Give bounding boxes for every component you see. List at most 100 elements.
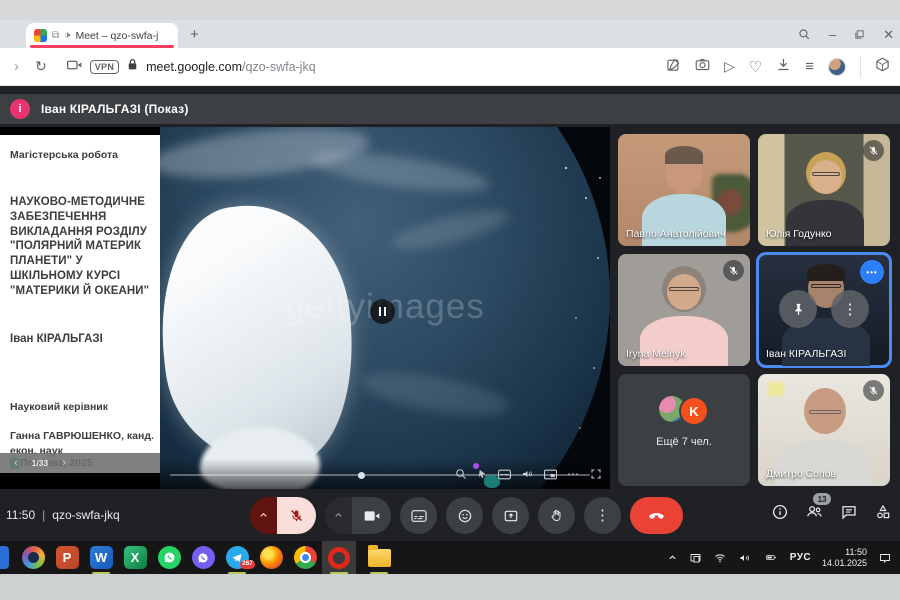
tile-more-button[interactable]: ⋮: [831, 290, 869, 328]
battery-icon[interactable]: [763, 552, 779, 563]
video-progress-handle[interactable]: [358, 471, 365, 479]
close-button[interactable]: ✕: [883, 28, 894, 41]
meeting-details-icon[interactable]: [771, 503, 789, 526]
video-zoom-icon[interactable]: [455, 468, 467, 480]
edit-icon[interactable]: [666, 57, 681, 77]
minimize-button[interactable]: –: [829, 28, 836, 41]
presenter-banner: і Іван КІРАЛЬГАЗІ (Показ): [0, 94, 900, 124]
overflow-count-label: Ещё 7 чел.: [656, 436, 712, 448]
mic-options-chevron-icon[interactable]: [250, 497, 277, 534]
meet-control-bar: 11:50 | qzo-swfa-jkq ⋮ 13: [0, 490, 900, 541]
taskbar-firefox-icon[interactable]: [254, 541, 288, 574]
video-pointer-icon[interactable]: [477, 468, 488, 480]
address-bar[interactable]: VPN meet.google.com/qzo-swfa-jkq: [66, 58, 316, 76]
tray-clock[interactable]: 11:50 14.01.2025: [822, 547, 867, 569]
video-fullscreen-icon[interactable]: [590, 468, 602, 480]
meeting-time: 11:50: [6, 508, 36, 522]
pin-tile-button[interactable]: [779, 290, 817, 328]
toolbar-divider: [860, 55, 861, 78]
forward-icon[interactable]: ›: [14, 58, 19, 75]
captions-button[interactable]: [400, 497, 437, 534]
snapshot-icon[interactable]: [695, 57, 710, 77]
url-text[interactable]: meet.google.com/qzo-swfa-jkq: [146, 60, 316, 74]
raise-hand-button[interactable]: [538, 497, 575, 534]
tray-display-icon[interactable]: [689, 552, 702, 564]
wifi-icon[interactable]: [713, 552, 727, 564]
taskbar-whatsapp-icon[interactable]: [152, 541, 186, 574]
participant-tile[interactable]: Юлія Годунко: [758, 134, 890, 246]
tray-date: 14.01.2025: [821, 557, 867, 568]
slide-supervisor-label: Науковий керівник: [10, 401, 109, 413]
new-tab-button[interactable]: +: [190, 26, 199, 43]
presentation-slide: Магістерська робота НАУКОВО-МЕТОДИЧНЕ ЗА…: [0, 135, 160, 473]
participant-tile-self[interactable]: ••• ⋮ Іван КІРАЛЬГАЗІ: [756, 252, 892, 368]
overflow-tile[interactable]: K Ещё 7 чел.: [618, 374, 750, 486]
taskbar-explorer-icon[interactable]: [362, 541, 396, 574]
shared-screen: Магістерська робота НАУКОВО-МЕТОДИЧНЕ ЗА…: [0, 127, 610, 489]
present-button[interactable]: [492, 497, 529, 534]
taskbar-excel-icon[interactable]: X: [118, 541, 152, 574]
participant-name: Іван КІРАЛЬГАЗІ: [766, 348, 847, 360]
vpn-badge[interactable]: VPN: [89, 59, 120, 74]
mic-muted-button[interactable]: [277, 497, 316, 534]
participant-name: Iryna Melnyk: [626, 348, 686, 360]
participant-tile[interactable]: Павло Анатолійович: [618, 134, 750, 246]
taskbar-chrome-icon[interactable]: [288, 541, 322, 574]
taskbar-opera-icon[interactable]: [322, 541, 356, 574]
bookmark-heart-icon[interactable]: ♡: [749, 58, 762, 76]
video-captions-icon[interactable]: [498, 469, 511, 480]
search-icon[interactable]: [798, 28, 811, 41]
slide-nav-bar: ‹ 1/33 ›: [0, 453, 160, 473]
stars: [565, 167, 567, 169]
profile-avatar[interactable]: [828, 57, 846, 76]
taskbar-word-icon[interactable]: W: [84, 541, 118, 574]
tile-options-icon[interactable]: •••: [860, 260, 884, 284]
activities-button[interactable]: [874, 503, 892, 526]
tab-audio-icon[interactable]: 🕩: [64, 30, 70, 41]
embedded-video-player[interactable]: gettyimages ⋯: [160, 127, 610, 489]
video-volume-icon[interactable]: [521, 468, 534, 480]
language-indicator[interactable]: РУС: [790, 552, 811, 563]
taskbar-photos-icon[interactable]: [16, 541, 50, 574]
taskbar-viber-icon[interactable]: [186, 541, 220, 574]
mic-muted-icon: [723, 260, 744, 281]
taskbar-telegram-icon[interactable]: 267: [220, 541, 256, 574]
more-options-button[interactable]: ⋮: [584, 497, 621, 534]
mic-muted-icon: [863, 140, 884, 161]
extension-cube-icon[interactable]: [875, 57, 890, 77]
browser-toolbar: › ↻ VPN meet.google.com/qzo-swfa-jkq ▷ ♡…: [0, 48, 900, 86]
tune-icon[interactable]: ≡: [805, 58, 814, 75]
participant-count-badge: 13: [813, 493, 831, 505]
telegram-badge: 267: [239, 560, 256, 569]
video-pip-icon[interactable]: [544, 469, 557, 480]
video-more-icon[interactable]: ⋯: [567, 467, 580, 481]
taskbar-powerpoint-icon[interactable]: P: [50, 541, 84, 574]
people-panel-button[interactable]: 13: [805, 493, 831, 526]
volume-icon[interactable]: [738, 552, 752, 564]
reload-icon[interactable]: ↻: [35, 58, 47, 75]
reactions-button[interactable]: [446, 497, 483, 534]
slide-next-button[interactable]: ›: [62, 457, 66, 469]
download-icon[interactable]: [776, 57, 791, 77]
flow-send-icon[interactable]: ▷: [724, 58, 735, 75]
camera-control[interactable]: [325, 497, 391, 534]
camera-options-chevron-icon[interactable]: [325, 497, 352, 534]
screen: ⧉ 🕩 Meet – qzo-swfa-j + – ✕ › ↻ VPN meet…: [0, 0, 900, 600]
camera-permission-icon[interactable]: [66, 58, 82, 76]
notifications-icon[interactable]: [878, 552, 892, 564]
tray-chevron-icon[interactable]: [667, 552, 678, 563]
lock-icon[interactable]: [127, 58, 138, 76]
participant-tile[interactable]: Iryna Melnyk: [618, 254, 750, 366]
end-call-button[interactable]: [630, 497, 683, 534]
pause-button[interactable]: [370, 299, 395, 324]
maximize-button[interactable]: [854, 29, 865, 40]
participant-tile[interactable]: Дмитро Сопов: [758, 374, 890, 486]
slide-prev-button[interactable]: ‹: [14, 457, 18, 469]
mic-muted-icon: [863, 380, 884, 401]
chat-panel-button[interactable]: [840, 503, 858, 526]
taskbar-app-partial-icon[interactable]: [0, 546, 9, 569]
mic-control[interactable]: [250, 497, 316, 534]
participant-name: Павло Анатолійович: [626, 228, 726, 240]
camera-button[interactable]: [352, 497, 391, 534]
participant-grid: Павло Анатолійович Юлія Годунко Iryna Me…: [618, 134, 892, 486]
